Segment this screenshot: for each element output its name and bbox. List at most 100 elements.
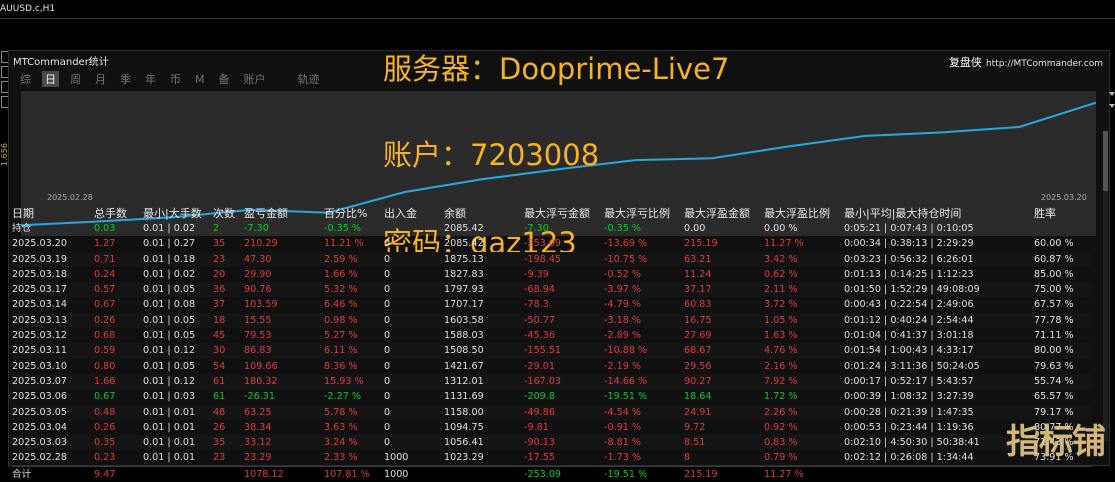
cell: 35	[213, 437, 226, 449]
cell: 0.98 %	[324, 314, 358, 326]
cell: -155.51	[524, 345, 562, 357]
cell: 5.27 %	[324, 330, 358, 342]
table-row[interactable]: 2025.03.03 0.35 0.01 | 0.01 35 33.12 3.24 % 0 1…	[12, 435, 1092, 451]
cell: 0.01 | 0.02	[143, 268, 196, 280]
cell: 1078.12	[244, 468, 284, 480]
tab-4[interactable]: 季	[117, 71, 134, 87]
right-scroll-marks	[1109, 90, 1115, 116]
tab-1[interactable]: 日	[42, 71, 59, 87]
cell: 1000	[384, 468, 409, 480]
cell: 0.00 %	[764, 223, 798, 234]
cell: -45.36	[524, 330, 555, 342]
cell: 6.11 %	[324, 345, 358, 357]
cell: 0	[384, 253, 391, 265]
tab-8[interactable]: 备	[216, 71, 233, 87]
tab-3[interactable]: 月	[92, 71, 109, 87]
table-row[interactable]: 2025.03.04 0.26 0.01 | 0.01 26 38.34 3.63 % 0 1…	[12, 420, 1092, 435]
cell: 0.67	[94, 391, 116, 403]
cell: -10.88 %	[604, 345, 648, 357]
cell: 0:00:28 | 0:21:39 | 1:47:35	[844, 406, 974, 418]
scroll-arrow-icon[interactable]	[1109, 92, 1115, 96]
tab-10[interactable]: 轨迹	[295, 71, 323, 87]
table-row[interactable]: 2025.03.17 0.57 0.01 | 0.05 36 90.76 5.32 % 0 1…	[12, 282, 1092, 298]
cell: -50.77	[524, 314, 555, 326]
table-row[interactable]: 2025.03.11 0.59 0.01 | 0.12 30 86.83 6.11 % 0 1…	[12, 343, 1092, 359]
cell: 86.83	[244, 345, 272, 357]
table-row-holding[interactable]: 持仓 0.03 0.01 | 0.02 2 -7.30 -0.35 % 2085.42 -7.…	[12, 221, 1092, 236]
cell: -4.79 %	[604, 299, 641, 311]
cell: 79.63 %	[1034, 360, 1074, 372]
watermark-logo: 指标铺	[1006, 422, 1106, 462]
cell: -8.81 %	[604, 437, 641, 449]
table-row[interactable]: 2025.03.14 0.67 0.01 | 0.08 37 103.59 6.46 % 0…	[12, 297, 1092, 312]
cell: -209.8	[524, 391, 555, 403]
tab-7[interactable]: M	[192, 73, 208, 86]
cell: 1421.67	[444, 360, 484, 372]
cell: -19.51 %	[604, 391, 648, 403]
cell: 55.74 %	[1034, 375, 1074, 387]
cell: 百分比%	[324, 207, 368, 220]
cell: 11.21 %	[324, 238, 364, 250]
table-row[interactable]: 2025.03.20 1.27 0.01 | 0.27 35 210.29 11.21 %…	[12, 236, 1092, 251]
cell: 63.25	[244, 406, 272, 418]
cell: 1707.17	[444, 299, 484, 311]
cell: 80.00 %	[1034, 345, 1074, 357]
cell: -7.30	[524, 223, 549, 234]
table-row-total[interactable]: 合计 9.47 1078.12 107.81 % 1000 -253.09 -19.51 %…	[12, 465, 1092, 482]
cell: 8.36 %	[324, 360, 358, 372]
cell: 2.16 %	[764, 360, 798, 372]
cell: 0:00:34 | 0:38:13 | 2:29:29	[844, 238, 974, 250]
cell: 30	[213, 345, 226, 357]
tab-5[interactable]: 年	[142, 71, 159, 87]
cell: 0.01 | 0.05	[143, 330, 196, 342]
cell: 0	[384, 238, 391, 250]
cell: 2.59 %	[324, 253, 358, 265]
table-row[interactable]: 2025.02.28 0.23 0.01 | 0.01 23 23.29 2.33 % 10…	[12, 450, 1092, 465]
brand-link[interactable]: http://MTCommander.com	[986, 59, 1103, 69]
tab-6[interactable]: 币	[167, 71, 184, 87]
cell: 2025.03.18	[12, 268, 67, 280]
cell: 0:00:43 | 0:22:54 | 2:49:06	[844, 299, 974, 311]
brand-name[interactable]: 复盘侠	[949, 56, 982, 69]
table-row[interactable]: 2025.03.12 0.68 0.01 | 0.05 45 79.53 5.27 % 0 1…	[12, 328, 1092, 343]
cell: 最大浮盈金额	[684, 207, 750, 220]
table-row[interactable]: 2025.03.18 0.24 0.01 | 0.02 20 29.90 1.66 % 0 1…	[12, 267, 1092, 282]
cell: 36	[213, 284, 226, 296]
table-row[interactable]: 2025.03.07 1.66 0.01 | 0.12 61 180.32 15.93 %…	[12, 373, 1092, 390]
cell: 37	[213, 299, 226, 311]
cell: 0.68	[94, 330, 116, 342]
cell: 日期	[12, 207, 34, 220]
table-row[interactable]: 2025.03.05 0.48 0.01 | 0.01 48 63.25 5.78 % 0 1…	[12, 404, 1092, 420]
cell: 0.01 | 0.01	[143, 452, 196, 464]
cell: 0.79 %	[764, 452, 798, 464]
cell: -19.51 %	[604, 468, 648, 480]
table-header: 日期 总手数 最小|大手数 次数 盈亏金额 百分比% 出入金 余额 最大浮亏金额 最大浮亏比例 最大…	[12, 206, 1092, 221]
table-row[interactable]: 2025.03.19 0.71 0.01 | 0.18 23 47.30 2.59 % 0 1…	[12, 251, 1092, 267]
table-scrollbar[interactable]	[1103, 131, 1108, 441]
cell: 75.00 %	[1034, 284, 1074, 296]
chart-title-bar: AUUSD.c,H1	[0, 0, 1115, 19]
cell: 2025.03.10	[12, 360, 67, 372]
cell: 65.57 %	[1034, 391, 1074, 403]
server-overlay: 服务器：Dooprime-Live7	[383, 52, 730, 86]
tab-9[interactable]: 账户	[241, 71, 269, 87]
cell: -0.35 %	[324, 223, 361, 234]
cell: -2.27 %	[324, 391, 361, 403]
cell: 0	[384, 330, 391, 342]
table-row[interactable]: 2025.03.10 0.80 0.01 | 0.05 54 109.66 8.36 % 0…	[12, 359, 1092, 374]
cell: 35	[213, 238, 226, 250]
cell: 2025.03.06	[12, 391, 67, 403]
cell: -4.54 %	[604, 406, 641, 418]
tab-2[interactable]: 周	[67, 71, 84, 87]
cell: 23	[213, 452, 226, 464]
table-row[interactable]: 2025.03.06 0.67 0.01 | 0.03 61 -26.31 -2.27 %…	[12, 389, 1092, 404]
scroll-arrow-icon[interactable]	[1109, 104, 1115, 108]
cell: 2.26 %	[764, 406, 798, 418]
table-row[interactable]: 2025.03.13 0.26 0.01 | 0.05 18 15.55 0.98 % 0 1…	[12, 312, 1092, 329]
cell: 0.59	[94, 345, 116, 357]
cell: 0.01 | 0.12	[143, 375, 196, 387]
equity-point	[634, 159, 637, 161]
tab-0[interactable]: 综	[17, 71, 34, 87]
cell: 0.03	[94, 223, 116, 234]
cell: 5.78 %	[324, 406, 358, 418]
